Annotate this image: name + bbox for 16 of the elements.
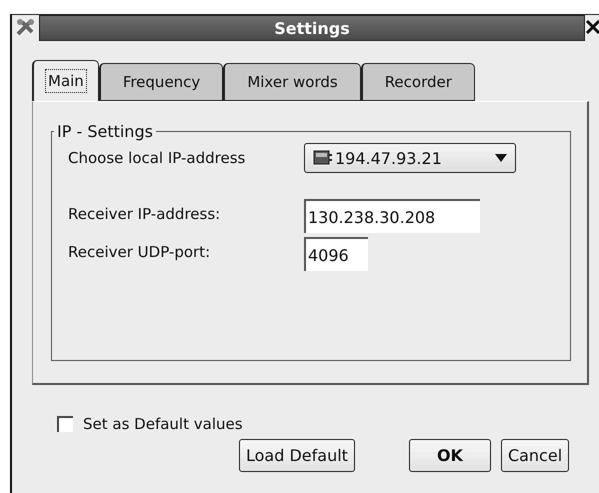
input-field[interactable]: 130.238.30.208 bbox=[304, 199, 480, 233]
dialog-button[interactable]: Cancel bbox=[500, 439, 570, 472]
group-title: IP - Settings bbox=[56, 122, 154, 141]
tab[interactable]: Recorder bbox=[360, 63, 475, 101]
tab[interactable]: Mixer words bbox=[223, 63, 361, 101]
field-label: Receiver UDP-port: bbox=[68, 242, 212, 263]
tab[interactable]: Main bbox=[32, 60, 99, 101]
dialog-button[interactable]: OK bbox=[408, 439, 491, 472]
field-label: Receiver IP-address: bbox=[68, 204, 222, 225]
dialog-button[interactable]: Load Default bbox=[239, 439, 355, 472]
field-label: Choose local IP-address bbox=[68, 148, 246, 169]
tab[interactable]: Frequency bbox=[98, 63, 224, 101]
input-field[interactable]: 4096 bbox=[304, 237, 368, 271]
ip-dropdown[interactable]: 194.47.93.21 bbox=[304, 143, 516, 173]
checkbox-label: Set as Default values bbox=[83, 415, 243, 433]
window-title: Settings bbox=[39, 15, 585, 41]
